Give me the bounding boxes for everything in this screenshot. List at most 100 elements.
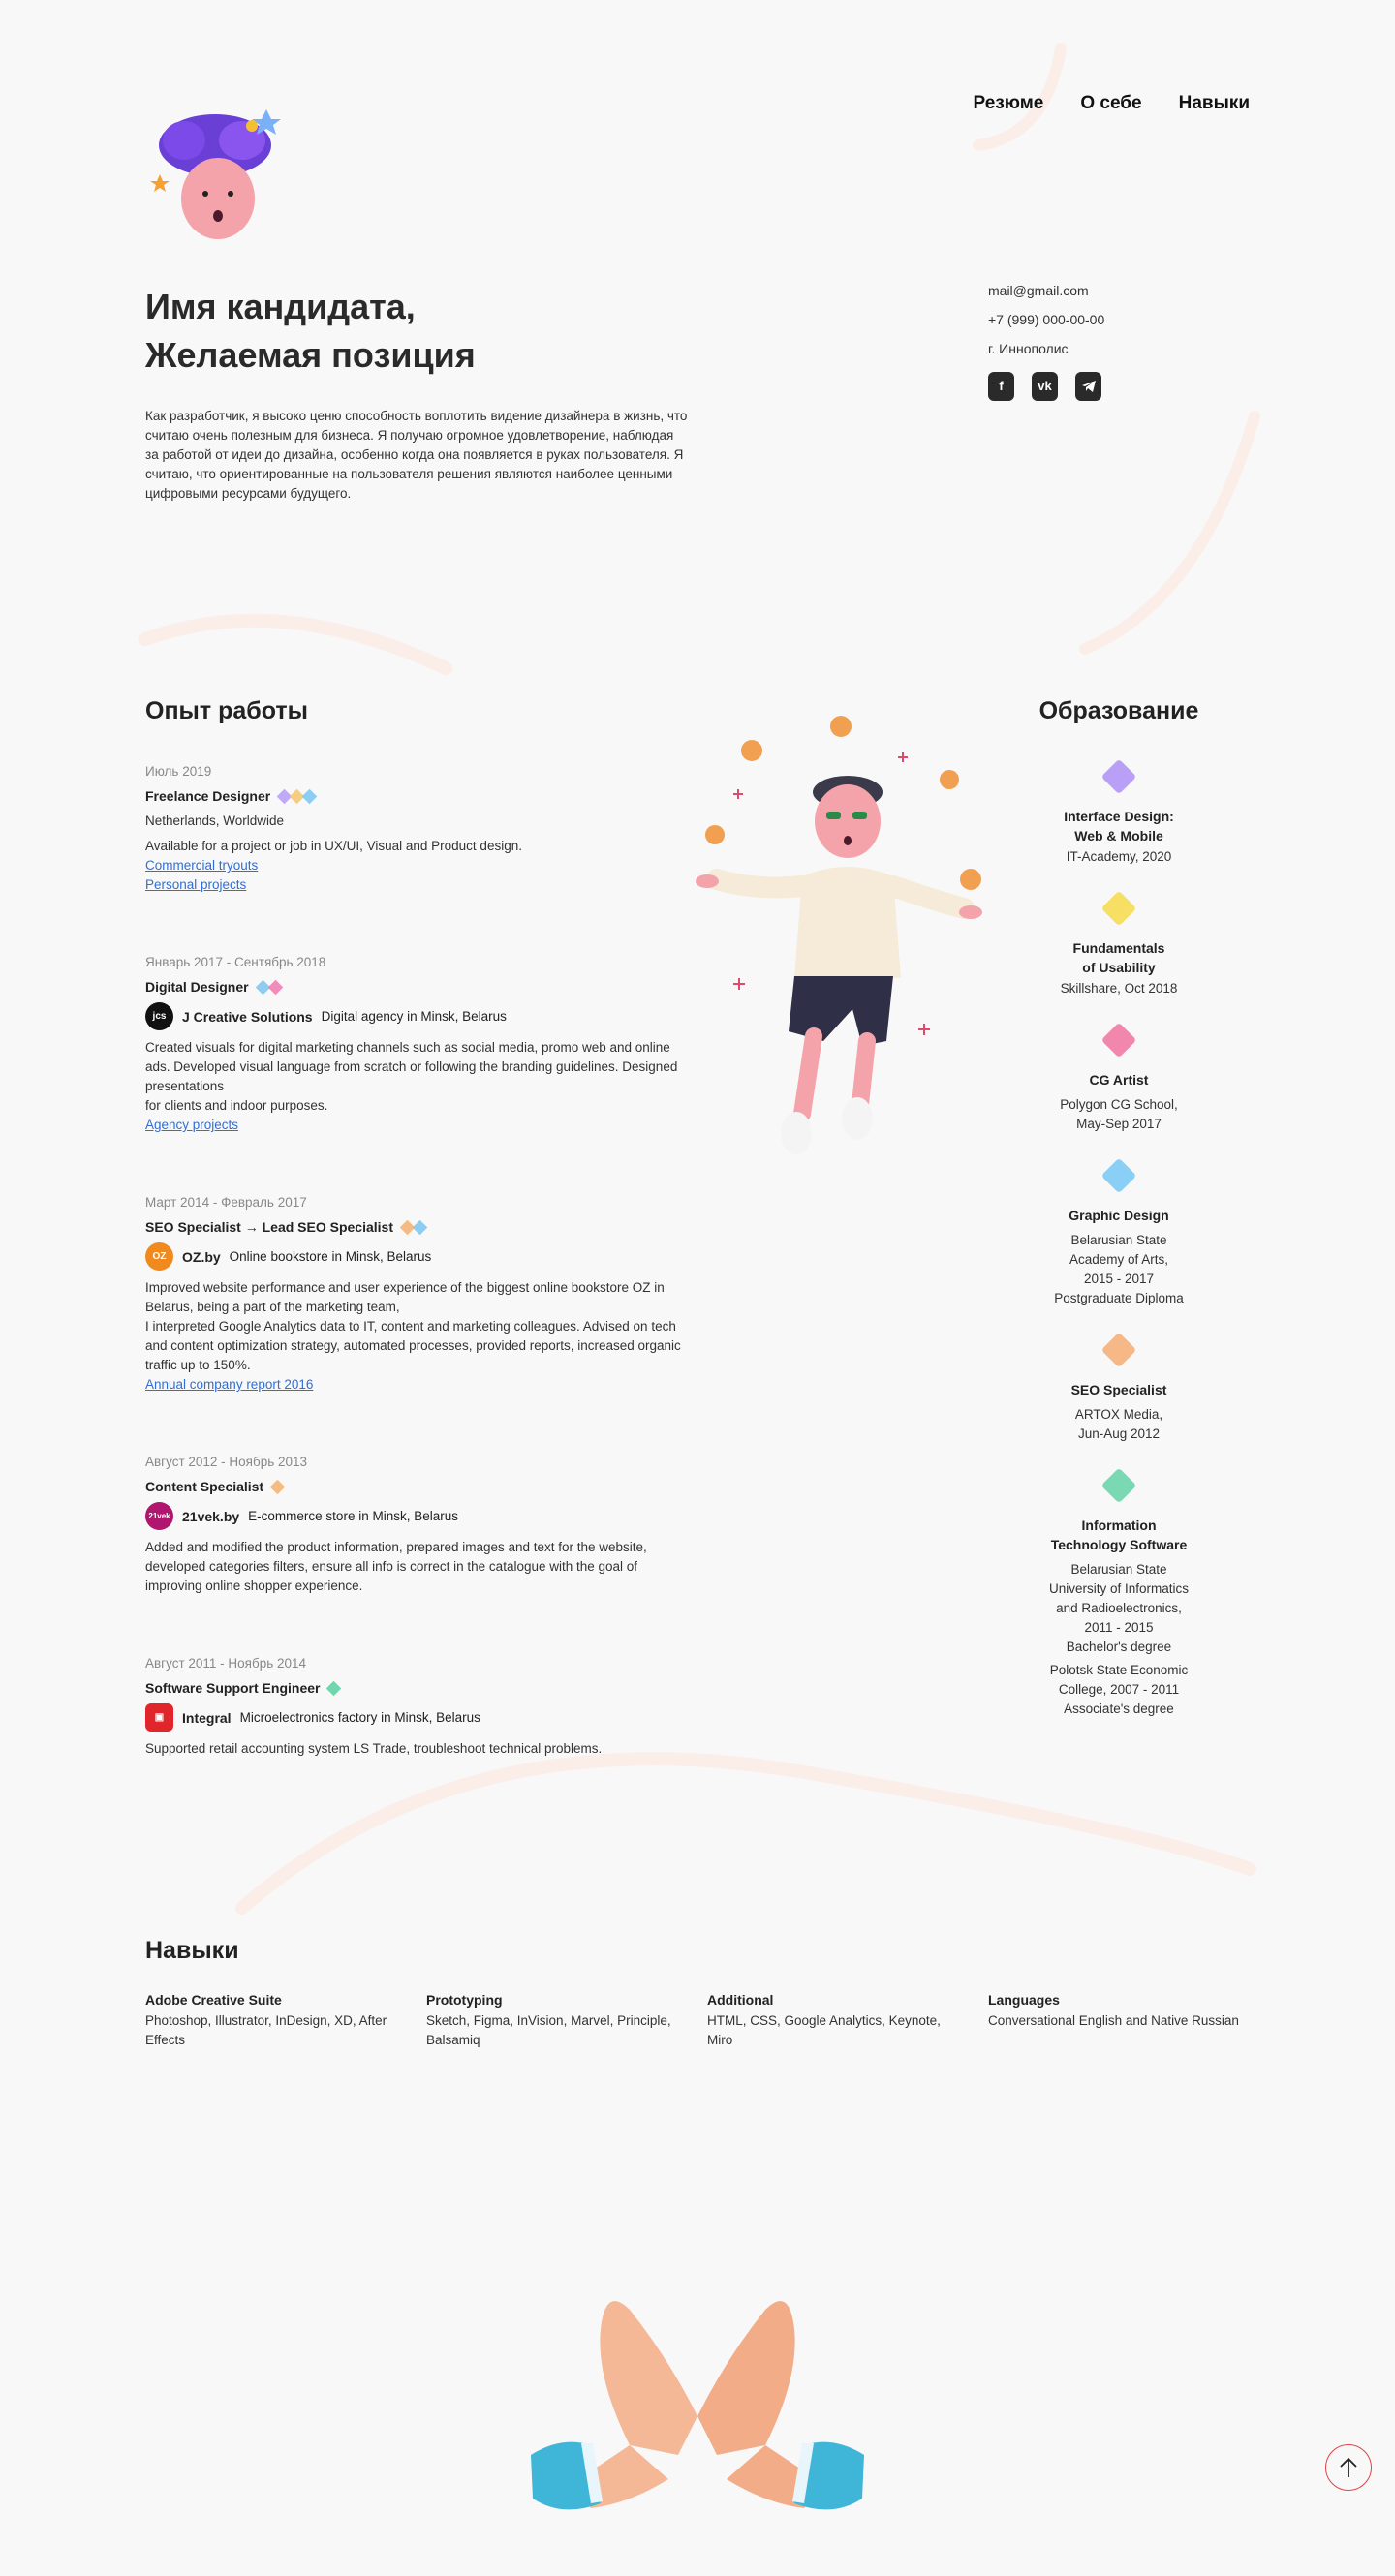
education-detail: and Radioelectronics, [1056,1601,1182,1615]
job-date: Март 2014 - Февраль 2017 [145,1195,307,1210]
company-logo: OZ [145,1242,173,1271]
skill-group-value: Conversational English and Native Russia… [988,2013,1239,2028]
job-role-label: Freelance Designer [145,788,271,804]
scroll-top-button[interactable] [1325,2444,1372,2491]
facebook-icon[interactable]: f [988,372,1014,401]
nav-about[interactable]: О себе [1080,93,1141,114]
job-date: Январь 2017 - Сентябрь 2018 [145,955,326,969]
education-title-line: CG Artist [1089,1072,1149,1088]
job-description: Supported retail accounting system LS Tr… [145,1741,603,1756]
skill-group-title: Adobe Creative Suite [145,1992,282,2008]
job-item: Август 2012 - Ноябрь 2013 Content Specia… [145,1453,688,1596]
education-item: CG Artist Polygon CG School, May-Sep 201… [988,1022,1250,1134]
company: 21vek 21vek.by E-commerce store in Minsk… [145,1502,688,1530]
skill-group-value: HTML, CSS, Google Analytics, Keynote, Mi… [707,2013,941,2047]
decorative-arc-bottom [235,1752,1256,1915]
intro-text: Как разработчик, я высоко ценю способнос… [145,409,688,501]
job-role: Software Support Engineer [145,1678,688,1698]
link-personal-projects[interactable]: Personal projects [145,877,246,892]
candidate-name: Имя кандидата, [145,287,416,326]
job-item: Август 2011 - Ноябрь 2014 Software Suppo… [145,1654,688,1759]
job-item: Январь 2017 - Сентябрь 2018 Digital Desi… [145,953,688,1135]
job-location: Netherlands, Worldwide [145,813,285,828]
company-logo: jcs [145,1002,173,1030]
desired-position: Желаемая позиция [145,335,476,375]
telegram-icon[interactable] [1075,372,1101,401]
experience-title: Опыт работы [145,697,308,724]
email[interactable]: mail@gmail.com [988,281,1104,310]
job-description-cont: for clients and indoor purposes. [145,1098,328,1113]
gem-icon [269,1479,286,1494]
education-detail: Academy of Arts, [1069,1252,1169,1267]
job-role: SEO Specialist → Lead SEO Specialist [145,1217,688,1237]
nav-resume[interactable]: Резюме [974,93,1044,114]
nav-skills[interactable]: Навыки [1179,93,1250,114]
company: ▣ Integral Microelectronics factory in M… [145,1703,688,1732]
education-detail: May-Sep 2017 [1076,1117,1162,1131]
education-detail: Polygon CG School, [1060,1097,1178,1112]
job-role: Freelance Designer [145,786,688,806]
education-section: Образование Interface Design: Web & Mobi… [988,697,1250,1719]
skill-group: Languages Conversational English and Nat… [988,1990,1269,2050]
education-title-line: Technology Software [1050,1537,1188,1552]
job-role-label: Digital Designer [145,979,249,995]
job-date: Август 2011 - Ноябрь 2014 [145,1656,307,1671]
company-description: Digital agency in Minsk, Belarus [321,1009,507,1024]
page-title: Имя кандидата, Желаемая позиция [145,283,476,380]
education-item: Interface Design: Web & Mobile IT-Academ… [988,758,1250,867]
contacts: mail@gmail.com +7 (999) 000-00-00 г. Инн… [988,281,1104,401]
skill-group-title: Languages [988,1992,1060,2008]
link-agency-projects[interactable]: Agency projects [145,1118,238,1132]
social-links: f vk [988,372,1104,401]
skill-group-value: Sketch, Figma, InVision, Marvel, Princip… [426,2013,671,2047]
education-item: Information Technology Software Belarusi… [988,1467,1250,1719]
education-title-line: of Usability [1082,960,1156,975]
gem-icon [326,1680,342,1696]
education-title-line: Information [1081,1518,1157,1533]
job-date: Июль 2019 [145,764,212,779]
skill-group-value: Photoshop, Illustrator, InDesign, XD, Af… [145,2013,388,2047]
company-name: 21vek.by [182,1508,240,1524]
education-detail: 2015 - 2017 [1083,1272,1155,1286]
job-role-label: Content Specialist [145,1479,264,1494]
skill-group: Additional HTML, CSS, Google Analytics, … [707,1990,988,2050]
education-detail: College, 2007 - 2011 [1058,1682,1180,1697]
education-title-line: Graphic Design [1069,1208,1169,1223]
link-annual-report[interactable]: Annual company report 2016 [145,1377,313,1392]
heart-hands-illustration [523,2281,872,2518]
gem-icon [255,979,283,995]
job-description-cont: I interpreted Google Analytics data to I… [145,1319,681,1372]
company-name: J Creative Solutions [182,1008,313,1025]
education-title-line: Interface Design: [1064,809,1174,824]
skills-grid: Adobe Creative Suite Photoshop, Illustra… [145,1990,1250,2050]
gem-icon [1100,890,1137,927]
link-commercial-tryouts[interactable]: Commercial tryouts [145,858,258,873]
gem-icon [1100,758,1137,795]
education-item: Fundamentals of Usability Skillshare, Oc… [988,890,1250,998]
job-description: Added and modified the product informati… [145,1540,647,1593]
phone[interactable]: +7 (999) 000-00-00 [988,310,1104,339]
education-item: Graphic Design Belarusian State Academy … [988,1157,1250,1308]
education-detail: Postgraduate Diploma [1054,1291,1184,1305]
education-detail: 2011 - 2015 [1084,1620,1154,1635]
vk-icon[interactable]: vk [1032,372,1058,401]
education-title: Образование [1038,697,1199,724]
job-description: Available for a project or job in UX/UI,… [145,839,522,853]
job-role-label: SEO Specialist → Lead SEO Specialist [145,1219,393,1235]
job-item: Июль 2019 Freelance Designer Netherlands… [145,762,688,895]
company-logo: ▣ [145,1703,173,1732]
job-description: Created visuals for digital marketing ch… [145,1040,678,1093]
education-title-line: Web & Mobile [1074,828,1163,843]
company: OZ OZ.by Online bookstore in Minsk, Bela… [145,1242,688,1271]
education-detail: IT-Academy, 2020 [1066,849,1172,864]
gem-icon [1100,1157,1137,1194]
education-detail: Associate's degree [1064,1702,1174,1716]
company-description: Microelectronics factory in Minsk, Belar… [239,1710,480,1725]
company-name: OZ.by [182,1248,221,1265]
education-detail: Skillshare, Oct 2018 [1060,981,1178,996]
education-detail: Bachelor's degree [1066,1640,1172,1654]
education-detail: Jun-Aug 2012 [1077,1426,1161,1441]
gem-icon [1100,1022,1137,1058]
skill-group: Prototyping Sketch, Figma, InVision, Mar… [426,1990,707,2050]
job-role-label: Software Support Engineer [145,1680,321,1696]
